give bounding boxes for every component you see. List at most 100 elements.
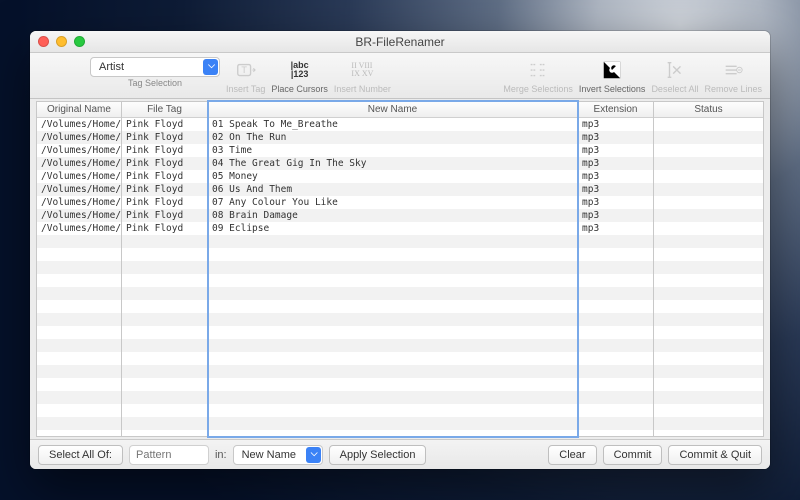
col-extension-header[interactable]: Extension <box>578 102 653 118</box>
cell-status[interactable] <box>654 430 763 436</box>
close-icon[interactable] <box>38 36 49 47</box>
cell-status[interactable] <box>654 287 763 300</box>
cell-status[interactable] <box>654 144 763 157</box>
insert-tag-button[interactable]: T <box>231 57 261 83</box>
cell-extension[interactable] <box>578 391 653 404</box>
cell-newname[interactable] <box>208 430 577 436</box>
cell-status[interactable] <box>654 326 763 339</box>
col-filetag-rows[interactable]: Pink FloydPink FloydPink FloydPink Floyd… <box>122 118 207 436</box>
cell-extension[interactable]: mp3 <box>578 144 653 157</box>
cell-status[interactable] <box>654 300 763 313</box>
cell-filetag[interactable]: Pink Floyd <box>122 222 207 235</box>
cell-original[interactable] <box>37 261 121 274</box>
cell-filetag[interactable]: Pink Floyd <box>122 131 207 144</box>
cell-filetag[interactable]: Pink Floyd <box>122 118 207 131</box>
cell-extension[interactable] <box>578 352 653 365</box>
cell-status[interactable] <box>654 118 763 131</box>
commit-button[interactable]: Commit <box>603 445 663 465</box>
cell-newname[interactable] <box>208 235 577 248</box>
cell-status[interactable] <box>654 378 763 391</box>
cell-filetag[interactable] <box>122 235 207 248</box>
cell-newname[interactable] <box>208 261 577 274</box>
col-original-rows[interactable]: /Volumes/Home//Volumes/Home//Volumes/Hom… <box>37 118 121 436</box>
cell-newname[interactable]: 08 Brain Damage <box>208 209 577 222</box>
cell-newname[interactable]: 09 Eclipse <box>208 222 577 235</box>
in-select[interactable]: New Name <box>233 445 323 465</box>
cell-original[interactable] <box>37 235 121 248</box>
col-newname-header[interactable]: New Name <box>208 102 577 118</box>
cell-extension[interactable]: mp3 <box>578 131 653 144</box>
cell-status[interactable] <box>654 313 763 326</box>
col-newname-rows[interactable]: 01 Speak To Me_Breathe02 On The Run03 Ti… <box>208 118 577 436</box>
cell-newname[interactable] <box>208 248 577 261</box>
cell-extension[interactable] <box>578 313 653 326</box>
cell-newname[interactable] <box>208 339 577 352</box>
cell-filetag[interactable] <box>122 365 207 378</box>
cell-filetag[interactable]: Pink Floyd <box>122 209 207 222</box>
in-select-wrap[interactable]: New Name <box>233 445 323 465</box>
cell-original[interactable] <box>37 313 121 326</box>
place-cursors-button[interactable]: |abc|123 <box>285 57 315 83</box>
cell-newname[interactable] <box>208 352 577 365</box>
cell-newname[interactable] <box>208 287 577 300</box>
cell-status[interactable] <box>654 222 763 235</box>
cell-original[interactable]: /Volumes/Home/ <box>37 131 121 144</box>
cell-original[interactable]: /Volumes/Home/ <box>37 144 121 157</box>
cell-status[interactable] <box>654 417 763 430</box>
cell-original[interactable] <box>37 404 121 417</box>
cell-original[interactable] <box>37 326 121 339</box>
col-filetag-header[interactable]: File Tag <box>122 102 207 118</box>
clear-button[interactable]: Clear <box>548 445 596 465</box>
cell-filetag[interactable] <box>122 248 207 261</box>
cell-original[interactable] <box>37 417 121 430</box>
cell-extension[interactable] <box>578 417 653 430</box>
cell-original[interactable] <box>37 287 121 300</box>
cell-original[interactable]: /Volumes/Home/ <box>37 209 121 222</box>
cell-filetag[interactable] <box>122 378 207 391</box>
cell-extension[interactable] <box>578 326 653 339</box>
cell-filetag[interactable] <box>122 274 207 287</box>
cell-original[interactable] <box>37 248 121 261</box>
cell-extension[interactable] <box>578 287 653 300</box>
cell-status[interactable] <box>654 352 763 365</box>
cell-status[interactable] <box>654 261 763 274</box>
cell-newname[interactable] <box>208 391 577 404</box>
deselect-all-button[interactable] <box>660 57 690 83</box>
cell-status[interactable] <box>654 170 763 183</box>
invert-selections-button[interactable] <box>597 57 627 83</box>
col-extension-rows[interactable]: mp3mp3mp3mp3mp3mp3mp3mp3mp3 <box>578 118 653 436</box>
apply-selection-button[interactable]: Apply Selection <box>329 445 427 465</box>
cell-original[interactable] <box>37 274 121 287</box>
cell-original[interactable] <box>37 352 121 365</box>
cell-filetag[interactable]: Pink Floyd <box>122 144 207 157</box>
cell-newname[interactable]: 02 On The Run <box>208 131 577 144</box>
cell-extension[interactable]: mp3 <box>578 170 653 183</box>
select-all-of-button[interactable]: Select All Of: <box>38 445 123 465</box>
cell-status[interactable] <box>654 391 763 404</box>
cell-filetag[interactable] <box>122 404 207 417</box>
cell-newname[interactable] <box>208 365 577 378</box>
cell-newname[interactable] <box>208 313 577 326</box>
zoom-icon[interactable] <box>74 36 85 47</box>
cell-filetag[interactable]: Pink Floyd <box>122 196 207 209</box>
cell-extension[interactable] <box>578 274 653 287</box>
cell-status[interactable] <box>654 274 763 287</box>
cell-newname[interactable]: 07 Any Colour You Like <box>208 196 577 209</box>
cell-status[interactable] <box>654 209 763 222</box>
cell-newname[interactable] <box>208 300 577 313</box>
cell-newname[interactable]: 04 The Great Gig In The Sky <box>208 157 577 170</box>
cell-extension[interactable] <box>578 339 653 352</box>
cell-original[interactable] <box>37 300 121 313</box>
cell-extension[interactable]: mp3 <box>578 183 653 196</box>
commit-quit-button[interactable]: Commit & Quit <box>668 445 762 465</box>
cell-extension[interactable] <box>578 235 653 248</box>
cell-extension[interactable] <box>578 365 653 378</box>
remove-lines-button[interactable] <box>718 57 748 83</box>
cell-original[interactable]: /Volumes/Home/ <box>37 118 121 131</box>
cell-extension[interactable] <box>578 404 653 417</box>
cell-original[interactable]: /Volumes/Home/ <box>37 196 121 209</box>
cell-status[interactable] <box>654 196 763 209</box>
cell-status[interactable] <box>654 404 763 417</box>
cell-filetag[interactable]: Pink Floyd <box>122 170 207 183</box>
cell-filetag[interactable] <box>122 430 207 436</box>
